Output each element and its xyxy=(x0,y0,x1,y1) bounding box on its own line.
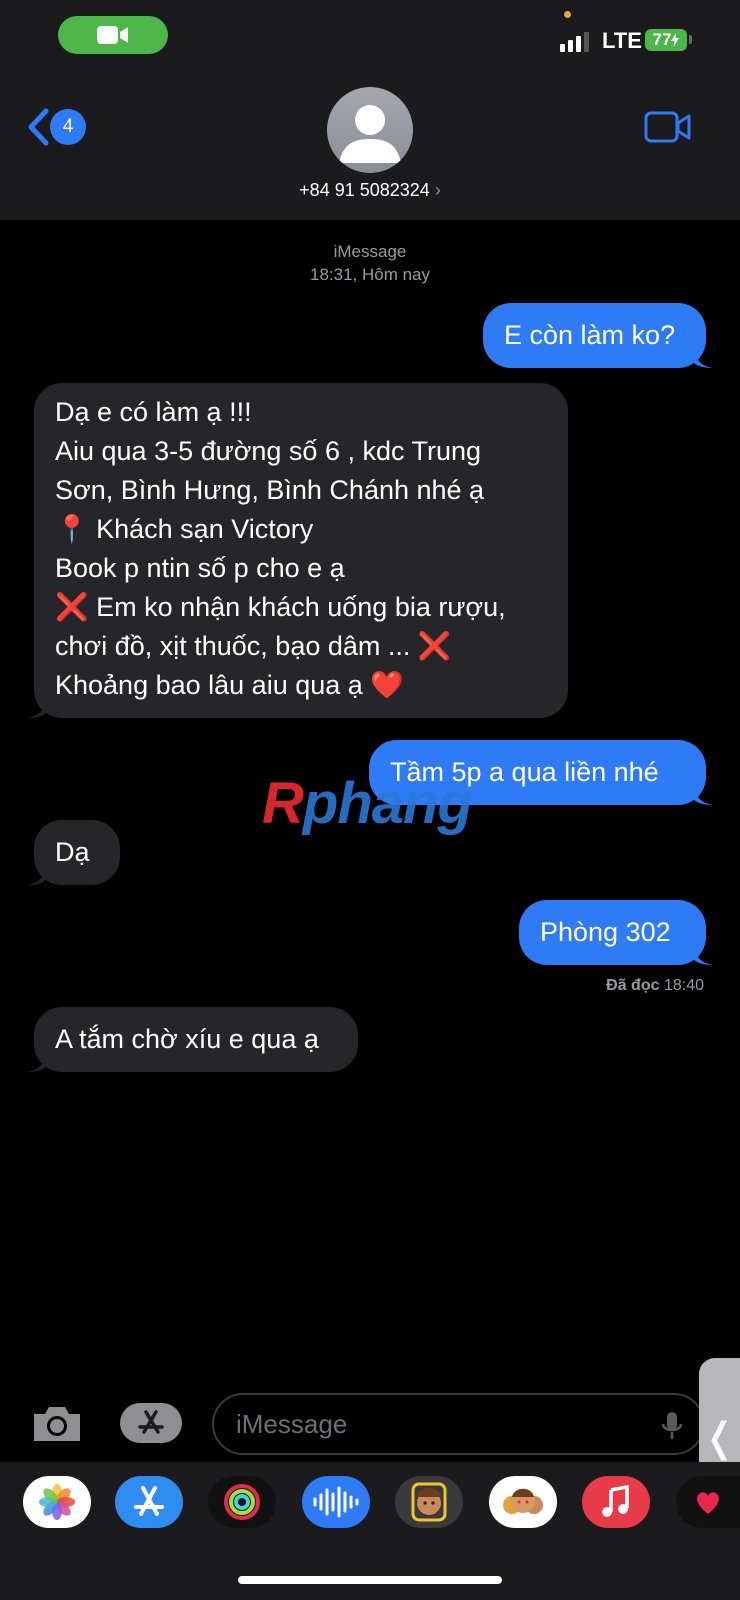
cellular-signal-icon xyxy=(560,32,589,52)
music-app-button[interactable] xyxy=(582,1476,650,1528)
message-line: ❌ Em ko nhận khách uống bia rượu, xyxy=(55,592,506,622)
message-bubble-outgoing[interactable]: Tầm 5p a qua liền nhé xyxy=(369,740,713,805)
chevron-left-icon: ❬ xyxy=(702,1416,737,1460)
memoji-stickers-app-button[interactable] xyxy=(489,1476,557,1528)
message-input-placeholder: iMessage xyxy=(236,1408,348,1439)
privacy-indicator-dot xyxy=(564,11,571,18)
read-label: Đã đọc xyxy=(606,977,660,994)
message-text: E còn làm ko? xyxy=(504,320,676,350)
bubble-tail xyxy=(693,346,713,368)
message-text: Tầm 5p a qua liền nhé xyxy=(390,757,659,787)
message-line: Khoảng bao lâu aiu qua ạ ❤️ xyxy=(55,670,404,700)
app-store-icon xyxy=(138,1410,164,1434)
read-time: 18:40 xyxy=(663,977,704,994)
facetime-status-pill[interactable] xyxy=(58,16,168,54)
charging-bolt-icon xyxy=(671,33,680,47)
digital-touch-app-button[interactable] xyxy=(676,1476,740,1528)
message-bubble-incoming[interactable]: Dạ xyxy=(27,820,120,885)
dictation-button[interactable] xyxy=(660,1410,684,1447)
memoji-stickers-icon xyxy=(503,1488,543,1514)
chevron-right-icon: › xyxy=(434,180,441,200)
video-camera-icon xyxy=(97,26,128,44)
back-button[interactable]: 4 xyxy=(26,108,86,146)
message-text: A tắm chờ xíu e qua ạ xyxy=(55,1024,319,1054)
message-input[interactable]: iMessage xyxy=(212,1393,705,1455)
video-camera-icon xyxy=(644,111,691,143)
photos-app-button[interactable] xyxy=(23,1476,91,1528)
heart-icon xyxy=(697,1492,719,1514)
message-line: Book p ntin số p cho e ạ xyxy=(55,553,345,583)
memoji-icon xyxy=(411,1482,447,1522)
bubble-tail xyxy=(27,1050,47,1072)
message-bubble-incoming[interactable]: A tắm chờ xíu e qua ạ xyxy=(27,1007,358,1072)
music-note-icon xyxy=(602,1484,629,1517)
camera-button[interactable] xyxy=(30,1404,84,1444)
memoji-app-button[interactable] xyxy=(395,1476,463,1528)
message-bubble-outgoing[interactable]: Phòng 302 xyxy=(519,900,713,965)
battery-cap xyxy=(689,35,692,44)
activity-rings-icon xyxy=(224,1484,260,1520)
read-receipt: Đã đọc 18:40 xyxy=(606,977,704,995)
contact-name[interactable]: +84 91 5082324 › xyxy=(0,180,740,201)
bubble-tail xyxy=(27,863,47,885)
network-type: LTE xyxy=(602,28,642,53)
message-line: Dạ e có làm ạ !!! xyxy=(55,397,252,427)
app-store-app-button[interactable] xyxy=(115,1476,183,1528)
activity-app-button[interactable] xyxy=(208,1476,276,1528)
home-indicator[interactable] xyxy=(238,1576,502,1584)
contact-number: +84 91 5082324 xyxy=(299,180,430,200)
person-silhouette-icon xyxy=(339,105,401,163)
message-text: Phòng 302 xyxy=(540,917,671,947)
battery-indicator: 77 xyxy=(645,29,687,51)
bubble-tail xyxy=(693,783,713,805)
message-line: Aiu qua 3-5 đường số 6 , kdc Trung xyxy=(55,436,482,466)
waveform-icon xyxy=(313,1486,359,1518)
contact-avatar[interactable] xyxy=(327,87,413,173)
photos-icon xyxy=(39,1484,75,1520)
camera-icon xyxy=(34,1407,80,1441)
message-line: 📍 Khách sạn Victory xyxy=(55,514,314,544)
message-bubble-outgoing[interactable]: E còn làm ko? xyxy=(483,303,713,368)
bubble-tail xyxy=(693,943,713,965)
app-store-button[interactable] xyxy=(120,1403,182,1443)
facetime-video-button[interactable] xyxy=(644,110,692,149)
service-label: iMessage xyxy=(333,242,407,261)
app-store-icon xyxy=(134,1486,164,1516)
message-line: Sơn, Bình Hưng, Bình Chánh nhé ạ xyxy=(55,475,485,505)
audio-message-app-button[interactable] xyxy=(302,1476,370,1528)
message-line: chơi đồ, xịt thuốc, bạo dâm ... ❌ xyxy=(55,631,452,661)
microphone-icon xyxy=(661,1412,683,1439)
unread-count-badge: 4 xyxy=(50,109,86,145)
message-text: Dạ xyxy=(55,837,90,867)
thread-timestamp: 18:31, Hôm nay xyxy=(309,265,430,284)
message-bubble-incoming[interactable]: Dạ e có làm ạ !!! Aiu qua 3-5 đường số 6… xyxy=(27,383,568,718)
chevron-left-icon xyxy=(28,108,49,146)
bubble-tail xyxy=(27,696,47,718)
battery-level: 77 xyxy=(652,30,672,49)
